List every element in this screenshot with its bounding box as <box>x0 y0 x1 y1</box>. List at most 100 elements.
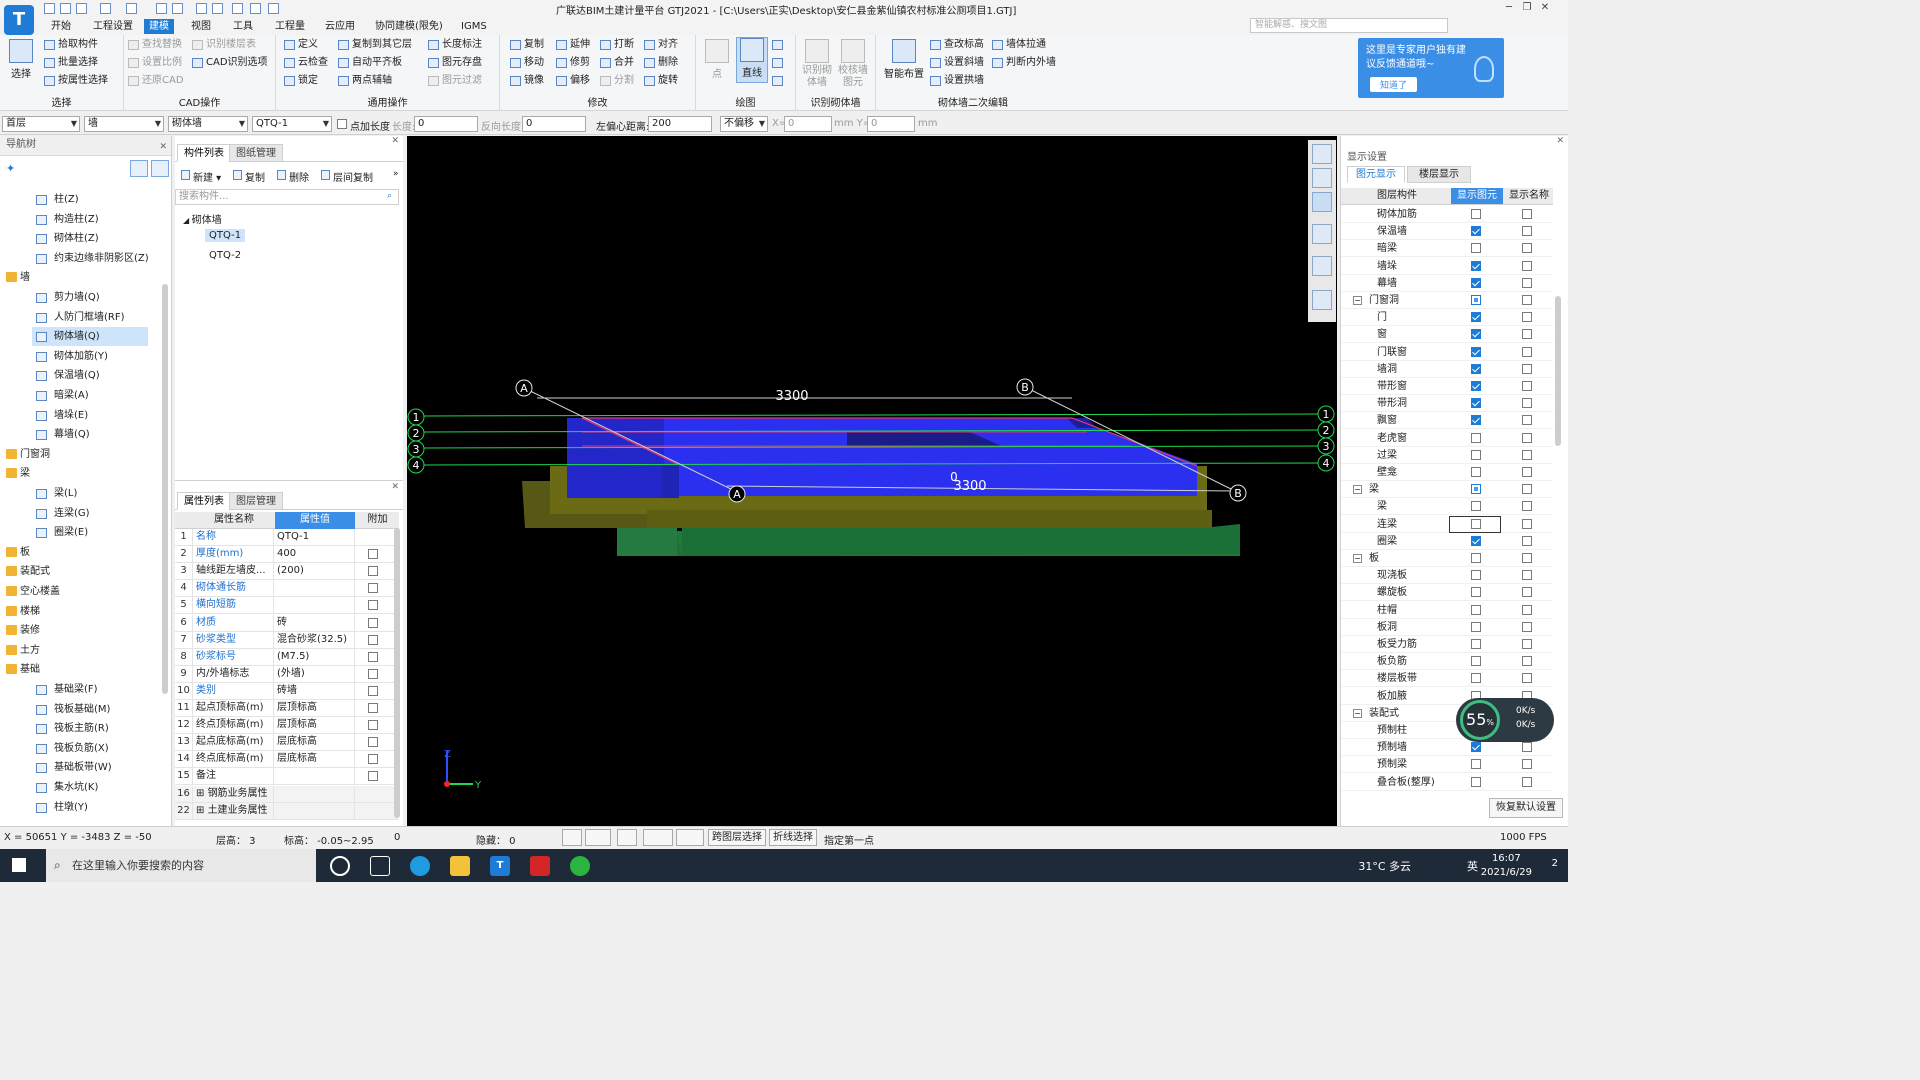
length-input[interactable]: 0 <box>414 116 478 132</box>
ortho-icon[interactable] <box>562 829 582 846</box>
show-element-checkbox[interactable] <box>1471 260 1481 271</box>
display-row[interactable]: 板受力筋 <box>1341 636 1553 653</box>
line-button[interactable]: 直线 <box>736 37 768 83</box>
show-name-checkbox[interactable] <box>1522 776 1532 787</box>
collapse-icon[interactable]: − <box>1353 554 1362 563</box>
show-element-checkbox[interactable] <box>1471 604 1481 615</box>
show-name-checkbox[interactable] <box>1522 363 1532 374</box>
show-name-checkbox[interactable] <box>1522 449 1532 460</box>
show-name-checkbox[interactable] <box>1522 432 1532 443</box>
show-name-checkbox[interactable] <box>1522 587 1532 598</box>
cross-icon[interactable] <box>617 829 637 846</box>
show-name-checkbox[interactable] <box>1522 742 1532 753</box>
edit-icon[interactable] <box>232 3 243 14</box>
show-element-checkbox[interactable] <box>1471 398 1481 409</box>
show-element-checkbox[interactable] <box>1471 673 1481 684</box>
property-value[interactable]: 层顶标高 <box>275 717 355 735</box>
nav-item[interactable]: 基础梁(F) <box>32 680 148 699</box>
show-element-checkbox[interactable] <box>1471 570 1481 581</box>
display-row[interactable]: 暗梁 <box>1341 240 1553 258</box>
component-search-input[interactable]: 搜索构件... <box>175 189 399 205</box>
property-value[interactable]: 层底标高 <box>275 751 355 769</box>
x-input[interactable]: 0 <box>784 116 832 132</box>
display-row[interactable]: 柱帽 <box>1341 602 1553 619</box>
nav-item[interactable]: 梁(L) <box>32 484 148 503</box>
property-value[interactable]: 混合砂浆(32.5) <box>275 631 355 649</box>
nav-group[interactable]: 板 <box>0 543 165 562</box>
show-name-checkbox[interactable] <box>1522 295 1532 305</box>
attach-checkbox[interactable] <box>368 754 378 765</box>
component-item-qtq1[interactable]: QTQ-1 <box>205 229 246 242</box>
property-row[interactable]: 1 名称 QTQ-1 <box>175 529 399 546</box>
taskbar-search-input[interactable]: 在这里输入你要搜索的内容 <box>46 849 316 882</box>
offset-input[interactable]: 200 <box>648 116 712 132</box>
select-by-property-button[interactable]: 按属性选择 <box>44 74 108 88</box>
restore-icon[interactable]: ❐ <box>1518 2 1536 13</box>
display-row[interactable]: 过梁 <box>1341 447 1553 464</box>
auto-align-slab-button[interactable]: 自动平齐板 <box>338 56 402 70</box>
property-value[interactable] <box>275 768 355 786</box>
show-name-checkbox[interactable] <box>1522 398 1532 409</box>
element-filter-button[interactable]: 图元过滤 <box>428 74 482 88</box>
tab-property-list[interactable]: 属性列表 <box>177 492 231 510</box>
model-canvas[interactable]: A B A B 3300 3300 0 1 2 3 4 1 2 3 4 Z Y <box>407 136 1337 826</box>
display-row[interactable]: 带形洞 <box>1341 395 1553 413</box>
collapse-icon[interactable]: − <box>1353 485 1362 495</box>
expand-icon[interactable]: ⊞ <box>196 805 208 816</box>
attach-checkbox[interactable] <box>368 634 378 645</box>
show-name-checkbox[interactable] <box>1522 501 1532 512</box>
property-row[interactable]: 2 厚度(mm) 400 <box>175 546 399 564</box>
break-button[interactable]: 打断 <box>600 38 634 52</box>
show-name-checkbox[interactable] <box>1522 535 1532 546</box>
set-slant-wall-button[interactable]: 设置斜墙 <box>930 56 984 70</box>
show-name-checkbox[interactable] <box>1522 415 1532 426</box>
help-search-input[interactable]: 智能解惑、搜文图 <box>1250 18 1448 33</box>
property-value[interactable]: (200) <box>275 563 355 581</box>
nav-group[interactable]: 装配式 <box>0 562 165 581</box>
close-icon[interactable]: ✕ <box>1556 136 1564 146</box>
property-row[interactable]: 12 终点顶标高(m) 层顶标高 <box>175 717 399 735</box>
delete-component-button[interactable]: 删除 <box>277 169 309 184</box>
grid-snap-icon[interactable] <box>676 829 704 846</box>
nav-item[interactable]: 砌体加筋(Y) <box>32 347 148 366</box>
judge-wall-button[interactable]: 判断内外墙 <box>992 56 1056 70</box>
property-row[interactable]: 13 起点底标高(m) 层底标高 <box>175 734 399 752</box>
recognize-floor-table-button[interactable]: 识别楼层表 <box>192 38 256 52</box>
nav-item[interactable]: 墙垛(E) <box>32 406 148 425</box>
nav-group[interactable]: 基础 <box>0 660 165 679</box>
set-arch-wall-button[interactable]: 设置拱墙 <box>930 74 984 88</box>
show-element-checkbox[interactable] <box>1471 277 1481 288</box>
property-row[interactable]: 3 轴线距左墙皮... (200) <box>175 563 399 581</box>
cad-options-button[interactable]: CAD识别选项 <box>192 56 268 70</box>
show-element-checkbox[interactable] <box>1471 295 1481 305</box>
display-row[interactable]: 窗 <box>1341 326 1553 344</box>
nav-item[interactable]: 构造柱(Z) <box>32 210 148 229</box>
nav-group[interactable]: 墙 <box>0 268 165 287</box>
wechat-icon[interactable] <box>570 856 590 876</box>
display-row[interactable]: 叠合板(整厚) <box>1341 774 1553 791</box>
property-value[interactable]: (外墙) <box>275 665 355 683</box>
save-icon[interactable] <box>76 3 87 14</box>
display-row[interactable]: 楼层板带 <box>1341 670 1553 688</box>
snap-icon[interactable] <box>585 829 611 846</box>
show-element-checkbox[interactable] <box>1471 467 1481 477</box>
copy-to-other-floor-button[interactable]: 复制到其它层 <box>338 38 412 52</box>
trim-button[interactable]: 修剪 <box>556 56 590 70</box>
attach-checkbox[interactable] <box>368 703 378 713</box>
show-element-checkbox[interactable] <box>1471 449 1481 460</box>
show-name-checkbox[interactable] <box>1522 260 1532 271</box>
autocad-icon[interactable] <box>530 856 550 876</box>
nav-group[interactable]: 空心楼盖 <box>0 582 165 601</box>
tab-layer-manage[interactable]: 图层管理 <box>229 492 283 510</box>
cortana-icon[interactable] <box>330 856 350 876</box>
display-row[interactable]: 连梁 <box>1341 515 1553 533</box>
nav-item[interactable]: 剪力墙(Q) <box>32 288 148 307</box>
circle-tool-icon[interactable] <box>772 56 786 70</box>
property-row[interactable]: 8 砂浆标号 (M7.5) <box>175 648 399 666</box>
show-name-checkbox[interactable] <box>1522 673 1532 684</box>
show-element-checkbox[interactable] <box>1471 209 1481 219</box>
tab-element-display[interactable]: 图元显示 <box>1347 166 1405 183</box>
nav-group[interactable]: 梁 <box>0 464 165 483</box>
display-row[interactable]: 带形窗 <box>1341 378 1553 395</box>
find-replace-button[interactable]: 查找替换 <box>128 38 182 52</box>
